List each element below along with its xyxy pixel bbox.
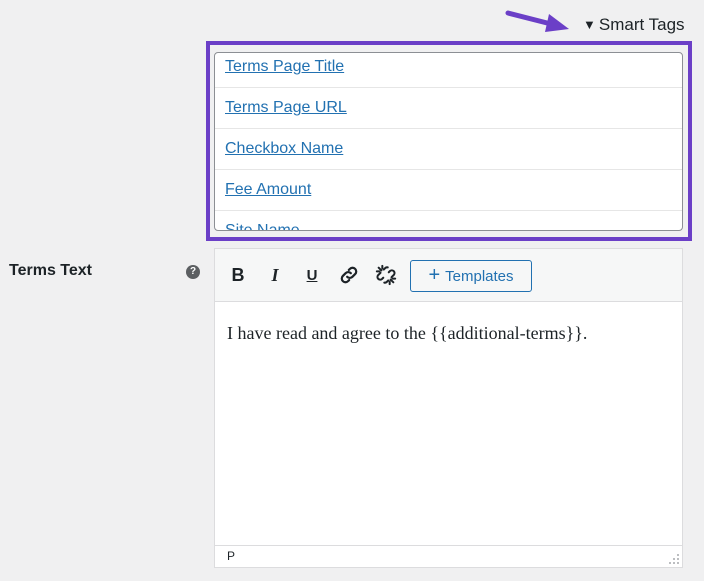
smart-tag-link[interactable]: Checkbox Name — [225, 140, 343, 158]
smart-tags-toggle[interactable]: ▼ Smart Tags — [583, 15, 685, 35]
templates-label: Templates — [445, 267, 514, 285]
list-item: Terms Page Title — [215, 53, 682, 88]
smart-tag-link[interactable]: Terms Page URL — [225, 99, 347, 117]
help-icon[interactable]: ? — [186, 265, 200, 279]
unlink-icon — [375, 264, 397, 286]
triangle-down-icon: ▼ — [583, 17, 596, 32]
templates-button[interactable]: + Templates — [410, 260, 532, 292]
terms-text-editor: B I U + Templates I have read and agree … — [214, 248, 683, 568]
list-item: Terms Page URL — [215, 88, 682, 129]
plus-icon: + — [428, 264, 441, 286]
underline-button[interactable]: U — [299, 262, 325, 288]
list-item: Site Name — [215, 211, 682, 230]
link-icon — [340, 266, 358, 284]
resize-handle-icon[interactable] — [668, 553, 680, 565]
smart-tag-link[interactable]: Site Name — [225, 222, 300, 230]
smart-tag-link[interactable]: Terms Page Title — [225, 58, 344, 76]
editor-statusbar: P — [215, 545, 682, 567]
annotation-arrow-icon — [505, 10, 569, 32]
editor-content-area[interactable]: I have read and agree to the {{additiona… — [215, 303, 682, 545]
terms-text-label: Terms Text — [9, 262, 92, 279]
bold-button[interactable]: B — [225, 262, 251, 288]
element-path[interactable]: P — [227, 549, 235, 563]
list-item: Fee Amount — [215, 170, 682, 211]
editor-toolbar: B I U + Templates — [215, 249, 682, 302]
remove-link-button[interactable] — [373, 262, 399, 288]
smart-tags-list[interactable]: Terms Page Title Terms Page URL Checkbox… — [214, 52, 683, 231]
list-item: Checkbox Name — [215, 129, 682, 170]
italic-button[interactable]: I — [262, 262, 288, 288]
smart-tags-label: Smart Tags — [598, 15, 685, 34]
insert-link-button[interactable] — [336, 262, 362, 288]
smart-tag-link[interactable]: Fee Amount — [225, 181, 311, 199]
